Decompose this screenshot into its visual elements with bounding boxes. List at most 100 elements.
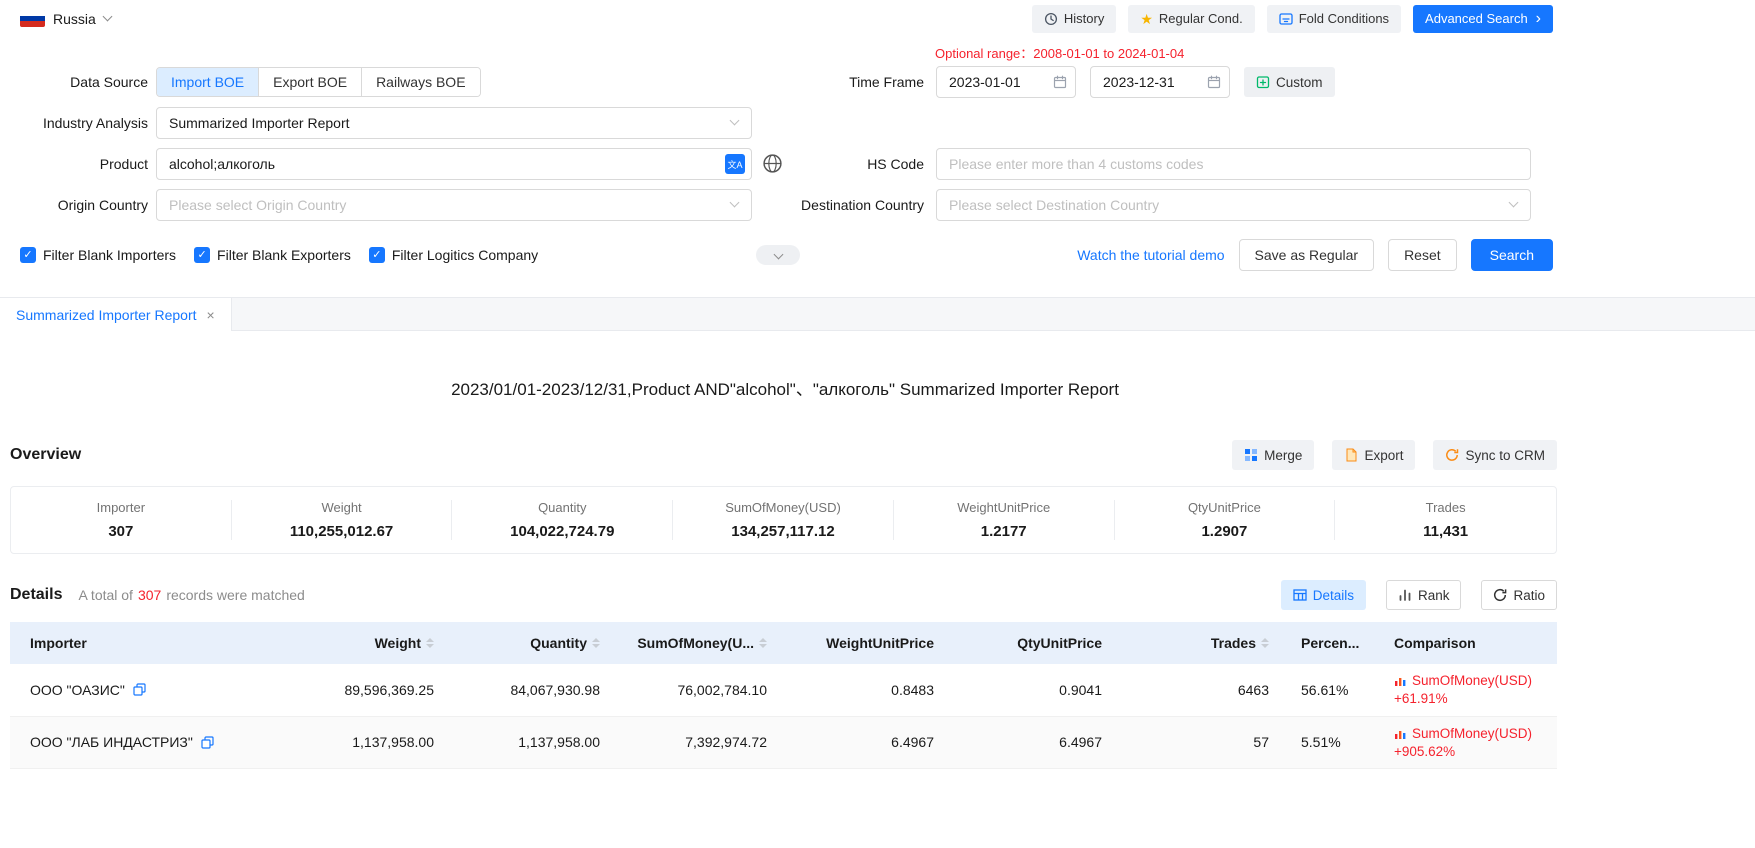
fold-conditions-button[interactable]: Fold Conditions (1267, 5, 1401, 33)
merge-icon (1244, 448, 1258, 462)
sort-icon (592, 638, 600, 648)
report-title: 2023/01/01-2023/12/31,Product AND"alcoho… (0, 375, 1570, 400)
destination-country-select[interactable]: Please select Destination Country (936, 189, 1531, 221)
destination-country-label: Destination Country (752, 197, 924, 213)
sum-of-money-cell: 7,392,974.72 (616, 716, 783, 768)
merge-button[interactable]: Merge (1232, 440, 1314, 470)
export-button[interactable]: Export (1332, 440, 1415, 470)
regular-cond-label: Regular Cond. (1159, 11, 1243, 26)
data-source-label: Data Source (0, 74, 148, 90)
stat-label: QtyUnitPrice (1115, 500, 1335, 515)
custom-label: Custom (1276, 75, 1323, 90)
filter-blank-exporters-checkbox[interactable]: ✓ Filter Blank Exporters (194, 247, 351, 263)
comparison-metric: SumOfMoney(USD) (1412, 726, 1532, 741)
filter-blank-importers-checkbox[interactable]: ✓ Filter Blank Importers (20, 247, 176, 263)
details-table: Importer Weight Quantity SumOfMoney(U...… (10, 622, 1557, 769)
stat-value: 110,255,012.67 (232, 523, 452, 540)
merge-label: Merge (1264, 448, 1302, 463)
overview-actions: Merge Export Sync to CRM (1232, 440, 1557, 470)
stat-label: Trades (1335, 500, 1556, 515)
rank-icon (1398, 588, 1412, 602)
overview-heading: Overview (10, 446, 81, 464)
view-ratio-button[interactable]: Ratio (1481, 580, 1557, 610)
col-weight-header[interactable]: Weight (283, 622, 450, 664)
topbar-actions: History ★ Regular Cond. Fold Conditions … (1032, 5, 1553, 33)
match-prefix: A total of (78, 587, 132, 603)
sync-to-crm-label: Sync to CRM (1465, 448, 1545, 463)
product-input[interactable] (156, 148, 752, 180)
sort-icon (1261, 638, 1269, 648)
weight-cell: 1,137,958.00 (283, 716, 450, 768)
star-icon: ★ (1140, 12, 1153, 26)
custom-range-button[interactable]: Custom (1244, 67, 1335, 97)
filter-logistics-company-checkbox[interactable]: ✓ Filter Logitics Company (369, 247, 538, 263)
stat-value: 1.2907 (1115, 523, 1335, 540)
stat-label: Quantity (452, 500, 672, 515)
view-rank-button[interactable]: Rank (1386, 580, 1462, 610)
filter-blank-importers-label: Filter Blank Importers (43, 247, 176, 263)
advanced-search-label: Advanced Search (1425, 11, 1528, 26)
advanced-search-button[interactable]: Advanced Search › (1413, 5, 1553, 33)
comparison-cell: SumOfMoney(USD) +61.91% (1378, 664, 1557, 716)
calendar-icon (1053, 75, 1067, 89)
origin-country-select[interactable]: Please select Origin Country (156, 189, 752, 221)
origin-country-label: Origin Country (0, 197, 148, 213)
tab-export-boe[interactable]: Export BOE (258, 68, 361, 96)
close-icon[interactable]: × (207, 307, 215, 323)
industry-analysis-select[interactable]: Summarized Importer Report (156, 107, 752, 139)
overview-header: Overview Merge Export Sync to CRM (0, 440, 1570, 470)
russia-flag-icon (20, 10, 45, 27)
comparison-metric: SumOfMoney(USD) (1412, 673, 1532, 688)
col-quantity-header[interactable]: Quantity (450, 622, 616, 664)
tab-railways-boe[interactable]: Railways BOE (361, 68, 479, 96)
view-details-button[interactable]: Details (1281, 580, 1366, 610)
reset-button[interactable]: Reset (1388, 239, 1457, 271)
origin-country-placeholder: Please select Origin Country (169, 197, 346, 213)
tab-summarized-importer-report[interactable]: Summarized Importer Report × (0, 298, 232, 331)
translate-icon[interactable]: 文A (725, 154, 745, 174)
collapse-form-button[interactable] (756, 245, 800, 265)
overview-stats-panel: Importer 307 Weight 110,255,012.67 Quant… (10, 486, 1557, 554)
quantity-cell: 1,137,958.00 (450, 716, 616, 768)
view-details-label: Details (1313, 588, 1354, 603)
qty-unit-price-cell: 6.4967 (950, 716, 1118, 768)
chevron-right-icon: › (1536, 11, 1541, 27)
history-button[interactable]: History (1032, 5, 1116, 33)
filter-logistics-company-label: Filter Logitics Company (392, 247, 538, 263)
stat-quantity: Quantity 104,022,724.79 (452, 500, 673, 540)
language-globe-icon[interactable] (762, 153, 783, 174)
comparison-change: +905.62% (1394, 744, 1541, 759)
stat-label: WeightUnitPrice (894, 500, 1114, 515)
percent-cell: 5.51% (1285, 716, 1378, 768)
tab-import-boe[interactable]: Import BOE (157, 68, 258, 96)
sort-icon (426, 638, 434, 648)
weight-cell: 89,596,369.25 (283, 664, 450, 716)
sync-to-crm-button[interactable]: Sync to CRM (1433, 440, 1557, 470)
chevron-down-icon (102, 12, 112, 22)
copy-icon[interactable] (201, 736, 214, 749)
stat-weight: Weight 110,255,012.67 (232, 500, 453, 540)
col-trades-header[interactable]: Trades (1118, 622, 1285, 664)
col-sum-of-money-header[interactable]: SumOfMoney(U... (616, 622, 783, 664)
match-suffix: records were matched (166, 587, 305, 603)
country-selector[interactable]: Russia (20, 10, 111, 27)
regular-cond-button[interactable]: ★ Regular Cond. (1128, 5, 1254, 33)
industry-analysis-value: Summarized Importer Report (169, 115, 350, 131)
destination-country-placeholder: Please select Destination Country (949, 197, 1159, 213)
qty-unit-price-cell: 0.9041 (950, 664, 1118, 716)
col-percent-header: Percen... (1285, 622, 1378, 664)
col-qty-unit-price-header: QtyUnitPrice (950, 622, 1118, 664)
hs-code-input[interactable] (936, 148, 1531, 180)
copy-icon[interactable] (133, 683, 146, 696)
fold-conditions-icon (1279, 12, 1293, 26)
tutorial-demo-link[interactable]: Watch the tutorial demo (1077, 247, 1224, 263)
data-source-tabs: Import BOE Export BOE Railways BOE (156, 67, 481, 97)
save-as-regular-button[interactable]: Save as Regular (1239, 239, 1375, 271)
importer-name[interactable]: ООО "ЛАБ ИНДАСТРИЗ" (30, 734, 193, 750)
stat-trades: Trades 11,431 (1335, 500, 1556, 540)
product-label: Product (0, 156, 148, 172)
search-button[interactable]: Search (1471, 239, 1553, 271)
tab-title: Summarized Importer Report (16, 307, 197, 323)
country-name: Russia (53, 11, 96, 27)
importer-name[interactable]: ООО "ОАЗИС" (30, 682, 125, 698)
